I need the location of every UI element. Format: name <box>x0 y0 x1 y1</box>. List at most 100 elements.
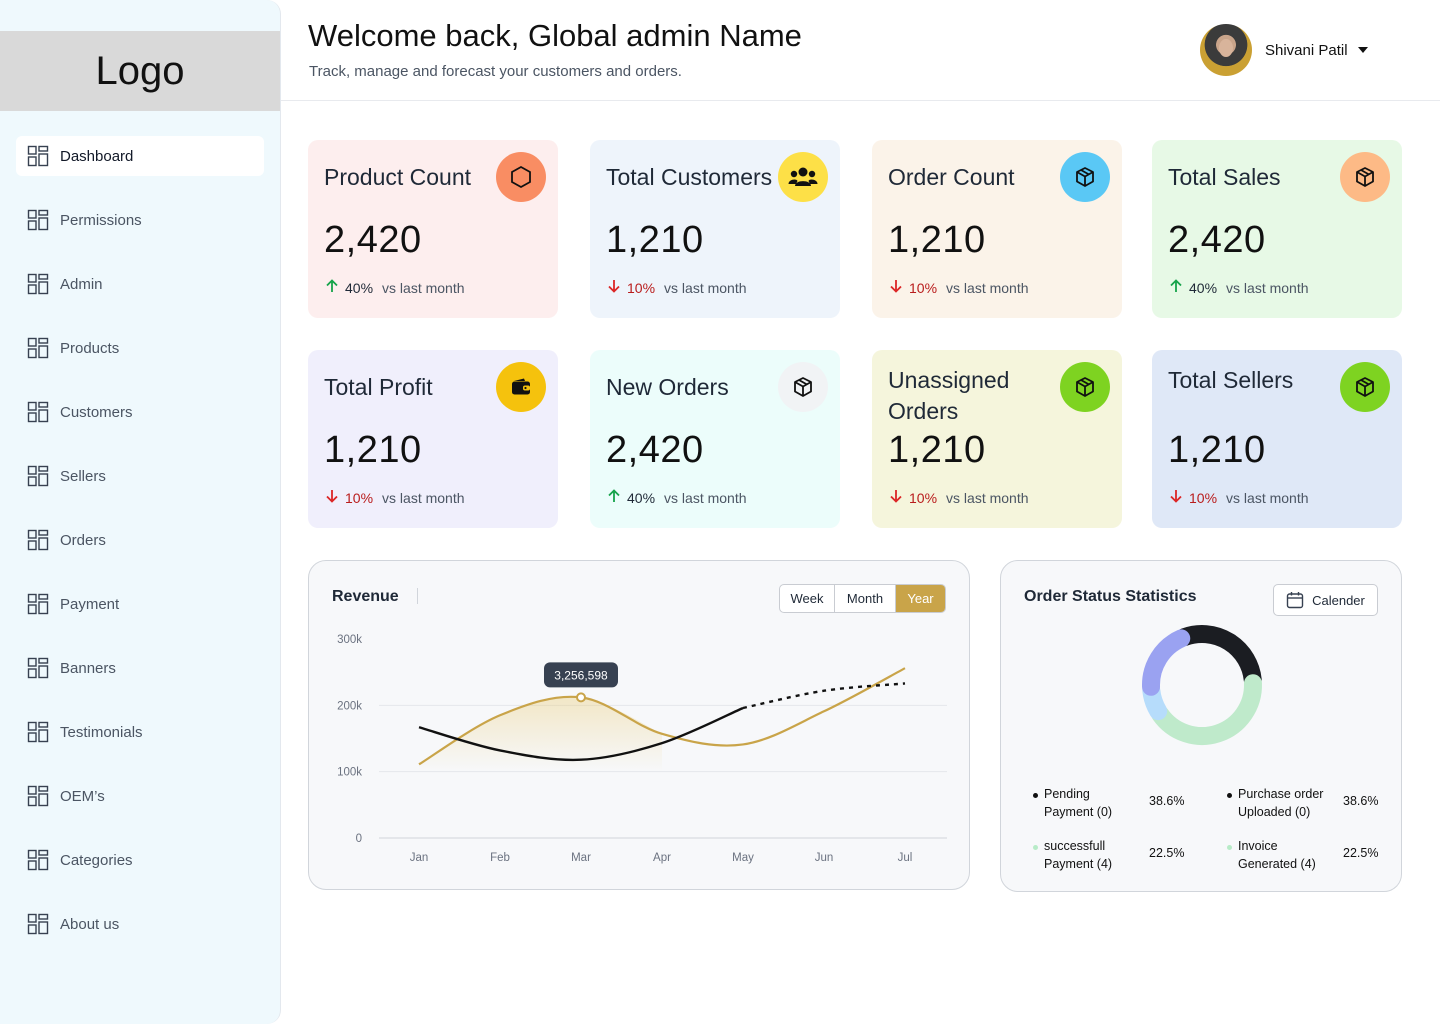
sidebar-item-about-us[interactable]: About us <box>16 904 264 944</box>
trend-percent: 10% <box>1189 489 1218 506</box>
legend-dot <box>1033 845 1038 850</box>
legend-dot <box>1033 793 1038 798</box>
sidebar-item-sellers[interactable]: Sellers <box>16 456 264 496</box>
stat-card-total-sellers[interactable]: Total Sellers 1,210 10% vs last month <box>1152 350 1402 528</box>
stat-card-value: 1,210 <box>888 429 986 471</box>
arrow-down-icon <box>889 279 903 296</box>
sidebar-item-label: Dashboard <box>60 147 134 165</box>
stat-card-value: 2,420 <box>324 219 422 261</box>
trend-percent: 10% <box>909 279 938 296</box>
grid-icon <box>27 401 49 423</box>
stat-card-value: 2,420 <box>1168 219 1266 261</box>
hexagon-icon <box>496 152 546 202</box>
stat-card-title: Order Count <box>888 164 1015 190</box>
sidebar-item-testimonials[interactable]: Testimonials <box>16 712 264 752</box>
sidebar: Logo Dashboard Permissions Admin Products Cu… <box>0 0 281 1024</box>
trend-percent: 10% <box>627 279 656 296</box>
sidebar-item-customers[interactable]: Customers <box>16 392 264 432</box>
stat-card-value: 1,210 <box>888 219 986 261</box>
sidebar-item-label: About us <box>60 915 120 933</box>
wallet-icon <box>496 362 546 412</box>
grid-icon <box>27 145 49 167</box>
trend-percent: 40% <box>627 489 656 506</box>
area-fill <box>419 696 662 772</box>
x-tick-label: Mar <box>571 852 591 864</box>
stat-card-order-count[interactable]: Order Count 1,210 10% vs last month <box>872 140 1122 318</box>
sidebar-item-label: Testimonials <box>60 723 143 741</box>
legend-item: successfull Payment (4) <box>1033 837 1134 873</box>
sidebar-item-categories[interactable]: Categories <box>16 840 264 880</box>
stat-card-trend: 10% vs last month <box>1169 489 1309 506</box>
trend-percent: 40% <box>1189 279 1218 296</box>
trend-percent: 10% <box>909 489 938 506</box>
range-week-button[interactable]: Week <box>780 585 835 612</box>
stat-card-title: Total Sellers <box>1168 367 1294 393</box>
legend-percent: 22.5% <box>1343 846 1379 860</box>
avatar <box>1200 24 1252 76</box>
range-year-button[interactable]: Year <box>896 585 945 612</box>
stat-card-unassigned-orders[interactable]: Unassigned Orders 1,210 10% vs last month <box>872 350 1122 528</box>
legend-dot <box>1227 793 1232 798</box>
stat-card-product-count[interactable]: Product Count 2,420 40% vs last month <box>308 140 558 318</box>
box-icon <box>1060 362 1110 412</box>
stat-card-total-profit[interactable]: Total Profit 1,210 10% vs last month <box>308 350 558 528</box>
trend-compare: vs last month <box>664 279 747 296</box>
sidebar-item-label: Categories <box>60 851 133 869</box>
stat-card-value: 2,420 <box>606 429 704 471</box>
page-header: Welcome back, Global admin Name Track, m… <box>281 0 1440 101</box>
grid-icon <box>27 465 49 487</box>
stat-card-title: Total Customers <box>606 164 773 190</box>
users-icon <box>778 152 828 202</box>
arrow-down-icon <box>889 489 903 506</box>
stat-card-title: Unassigned Orders <box>888 367 1010 424</box>
range-month-button[interactable]: Month <box>835 585 896 612</box>
tooltip-label: 3,256,598 <box>554 668 608 682</box>
grid-icon <box>27 209 49 231</box>
sidebar-item-banners[interactable]: Banners <box>16 648 264 688</box>
x-tick-label: Apr <box>653 852 671 864</box>
sidebar-item-permissions[interactable]: Permissions <box>16 200 264 240</box>
grid-icon <box>27 273 49 295</box>
revenue-panel: 300k 200k 100k 0 Jan Feb Mar Apr May Jun Jul 3,256,… <box>308 560 970 890</box>
stat-card-new-orders[interactable]: New Orders 2,420 40% vs last month <box>590 350 840 528</box>
revenue-title: Revenue <box>332 588 399 605</box>
user-menu[interactable]: Shivani Patil <box>1200 24 1368 76</box>
sidebar-item-label: Products <box>60 339 120 357</box>
sidebar-item-products[interactable]: Products <box>16 328 264 368</box>
legend-percent: 22.5% <box>1149 846 1185 860</box>
order-status-panel: Order Status Statistics Calender Pending… <box>1000 560 1402 892</box>
legend-item: Invoice Generated (4) <box>1227 837 1328 873</box>
sidebar-item-admin[interactable]: Admin <box>16 264 264 304</box>
arrow-up-icon <box>1169 279 1183 296</box>
arrow-up-icon <box>607 489 621 506</box>
x-tick-label: Jun <box>815 852 834 864</box>
grid-icon <box>27 721 49 743</box>
sidebar-item-oem-s[interactable]: OEM’s <box>16 776 264 816</box>
stat-card-total-sales[interactable]: Total Sales 2,420 40% vs last month <box>1152 140 1402 318</box>
stat-card-value: 1,210 <box>1168 429 1266 471</box>
legend-item: Purchase order Uploaded (0) <box>1227 785 1328 821</box>
stat-card-total-customers[interactable]: Total Customers 1,210 10% vs last month <box>590 140 840 318</box>
donut-segment <box>1175 625 1262 689</box>
sidebar-item-label: Permissions <box>60 211 142 229</box>
trend-percent: 40% <box>345 279 374 296</box>
y-tick-label: 100k <box>337 767 362 779</box>
donut-segment <box>1151 674 1262 745</box>
trend-compare: vs last month <box>1226 489 1309 506</box>
grid-icon <box>27 913 49 935</box>
y-tick-label: 300k <box>337 634 362 646</box>
legend-label: successfull Payment (4) <box>1044 839 1113 871</box>
stat-card-value: 1,210 <box>324 429 422 471</box>
grid-icon <box>27 657 49 679</box>
sidebar-item-label: Admin <box>60 275 103 293</box>
sidebar-item-label: OEM’s <box>60 787 105 805</box>
sidebar-item-label: Sellers <box>60 467 106 485</box>
sidebar-item-dashboard[interactable]: Dashboard <box>16 136 264 176</box>
stat-card-trend: 40% vs last month <box>607 489 747 506</box>
box-icon <box>1340 152 1390 202</box>
sidebar-item-payment[interactable]: Payment <box>16 584 264 624</box>
grid-icon <box>27 785 49 807</box>
sidebar-item-orders[interactable]: Orders <box>16 520 264 560</box>
x-tick-label: May <box>732 852 754 864</box>
trend-compare: vs last month <box>664 489 747 506</box>
